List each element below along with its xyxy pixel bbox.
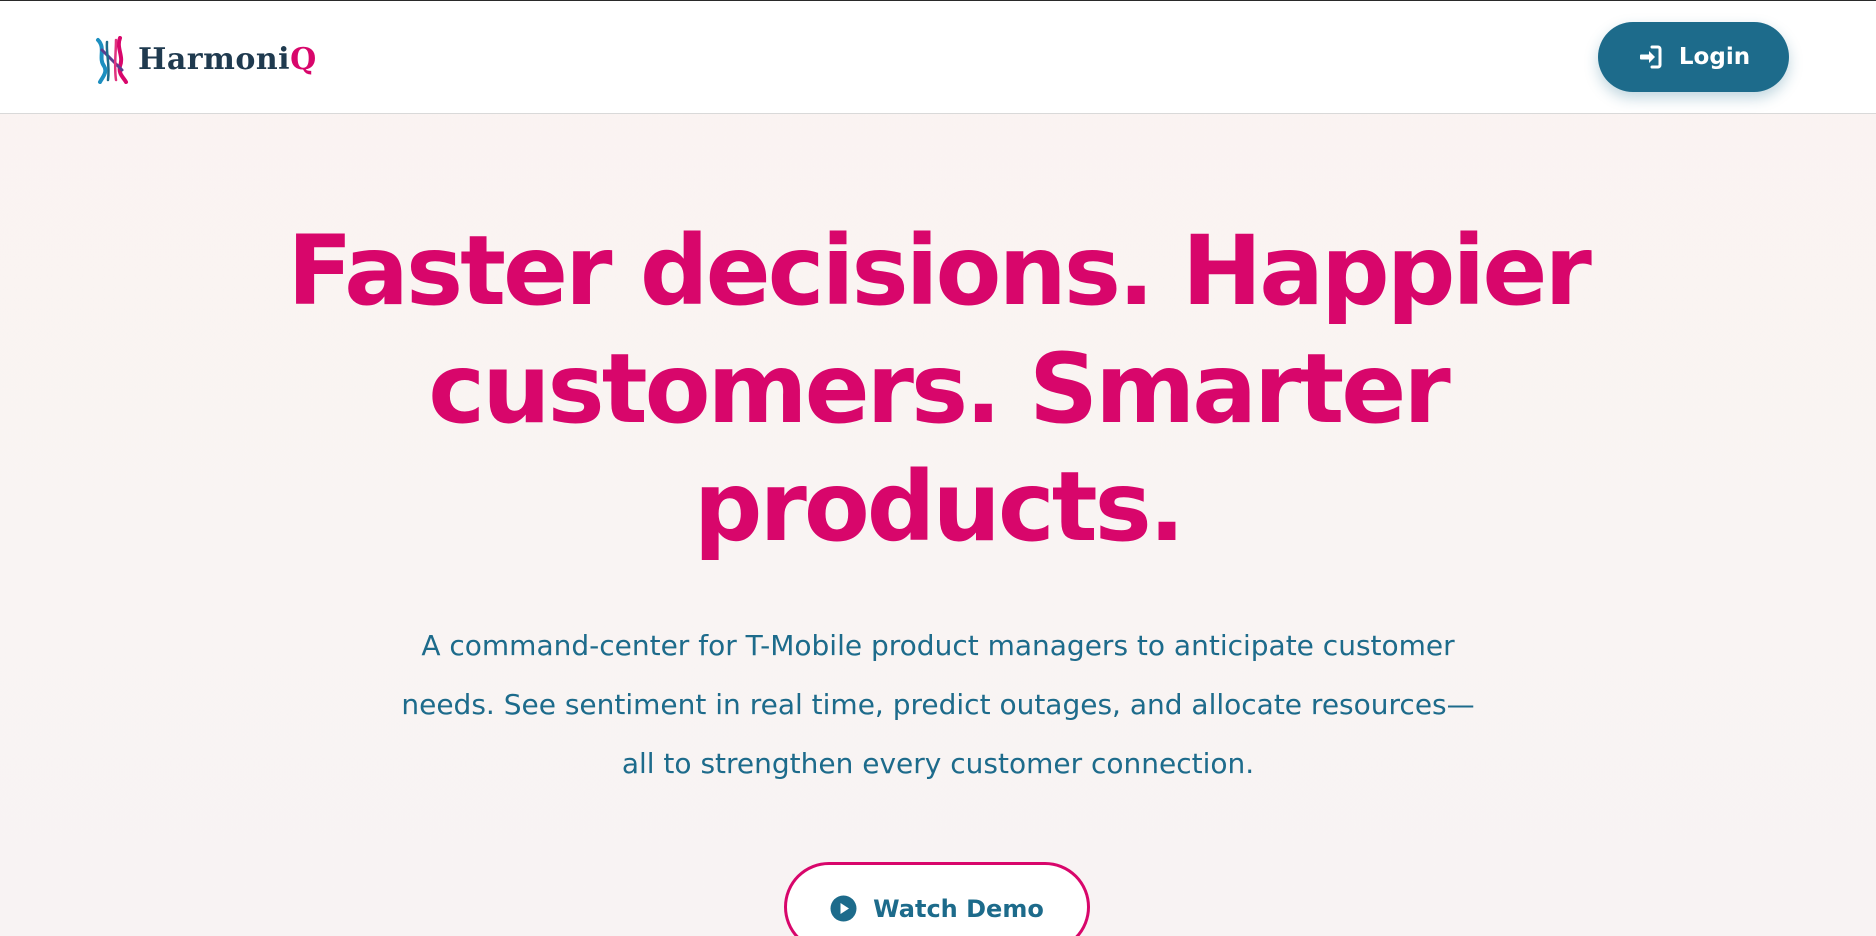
login-button-label: Login xyxy=(1678,44,1751,70)
sign-in-icon xyxy=(1639,45,1662,69)
watch-demo-button[interactable]: Watch Demo xyxy=(784,862,1090,936)
brand-name-accent: Q xyxy=(290,42,317,77)
hero-headline: Faster decisions. Happier customers. Sma… xyxy=(287,215,1592,563)
brand-name: HarmoniQ xyxy=(138,45,317,75)
hero-subtext: A command-center for T-Mobile product ma… xyxy=(401,629,1475,780)
harmoniq-logo-icon xyxy=(96,36,128,84)
play-circle-icon xyxy=(830,895,857,922)
site-header: HarmoniQ Login xyxy=(0,1,1876,114)
brand-name-main: Harmoni xyxy=(138,42,291,77)
watch-demo-label: Watch Demo xyxy=(873,895,1044,923)
login-button[interactable]: Login xyxy=(1598,22,1789,92)
brand-logo[interactable]: HarmoniQ xyxy=(94,36,317,84)
